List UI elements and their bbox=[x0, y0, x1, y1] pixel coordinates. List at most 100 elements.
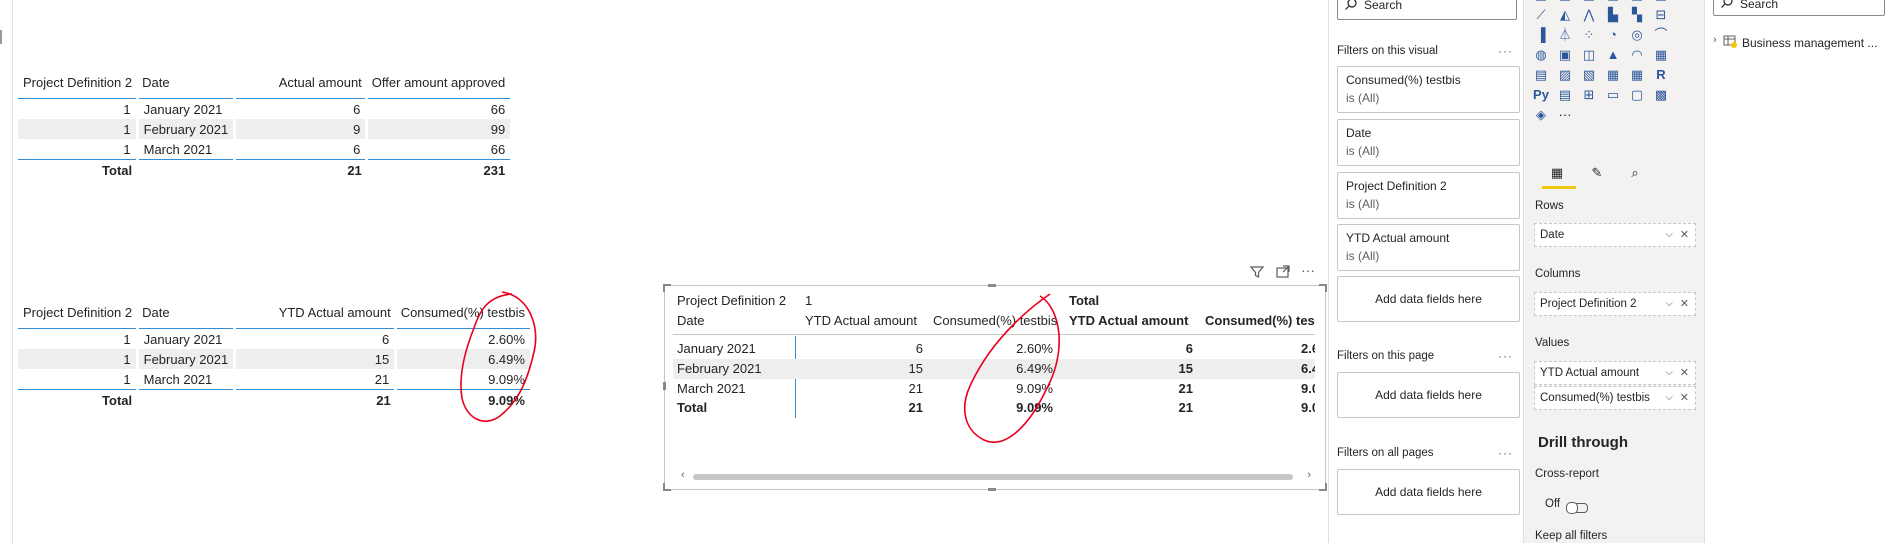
visual-type-icon[interactable]: ⏃ bbox=[1556, 26, 1574, 44]
visual-type-icon[interactable]: ▧ bbox=[1580, 66, 1598, 84]
scroll-right-icon[interactable]: › bbox=[1307, 469, 1311, 481]
visual-type-icon[interactable]: ▦ bbox=[1652, 46, 1670, 64]
visual-type-icon[interactable]: ◠ bbox=[1628, 46, 1646, 64]
filter-card[interactable]: Consumed(%) testbis is (All) bbox=[1337, 66, 1520, 113]
filter-card-state: is (All) bbox=[1346, 91, 1380, 105]
add-data-fields-visual[interactable]: Add data fields here bbox=[1337, 276, 1520, 322]
visual-type-icon[interactable]: ⌒ bbox=[1652, 26, 1670, 44]
chevron-down-icon[interactable]: ⌵ bbox=[1665, 293, 1673, 315]
matrix-subheader[interactable]: Consumed(%) tes bbox=[1205, 313, 1315, 328]
column-header[interactable]: Actual amount bbox=[234, 66, 367, 99]
visual-type-icon[interactable]: ◎ bbox=[1628, 26, 1646, 44]
column-header[interactable]: Project Definition 2 bbox=[18, 296, 138, 329]
column-header[interactable]: Project Definition 2 bbox=[18, 66, 138, 99]
chevron-down-icon[interactable]: ⌵ bbox=[1665, 362, 1673, 384]
visual-type-icon[interactable]: R bbox=[1652, 66, 1670, 84]
filters-search-input[interactable]: Search bbox=[1337, 0, 1517, 20]
visual-type-icon[interactable]: ◈ bbox=[1532, 106, 1550, 124]
left-collapse-bar[interactable] bbox=[0, 0, 13, 543]
add-data-fields-page[interactable]: Add data fields here bbox=[1337, 372, 1520, 418]
visual-type-icon[interactable]: ▩ bbox=[1652, 86, 1670, 104]
visual-type-icon[interactable]: ▚ bbox=[1628, 6, 1646, 24]
visual-type-icon[interactable]: ◔ bbox=[1604, 26, 1622, 44]
format-paintbrush-icon[interactable]: ✎ bbox=[1588, 164, 1606, 182]
analytics-icon[interactable]: ⌕ bbox=[1626, 164, 1644, 182]
visual-type-icon[interactable]: ▲ bbox=[1604, 46, 1622, 64]
matrix-subheader[interactable]: YTD Actual amount bbox=[1069, 313, 1188, 328]
visual-type-icon[interactable]: ⟋ bbox=[1532, 6, 1550, 24]
visual-type-icon[interactable]: ▨ bbox=[1556, 66, 1574, 84]
visual-type-icon[interactable]: ▦ bbox=[1580, 0, 1598, 4]
values-field-well[interactable]: Consumed(%) testbis ⌵ ✕ bbox=[1534, 386, 1696, 410]
column-group-header[interactable]: 1 bbox=[805, 293, 812, 308]
remove-field-icon[interactable]: ✕ bbox=[1680, 362, 1689, 384]
visual-type-icon[interactable]: ▤ bbox=[1556, 86, 1574, 104]
visual-type-icon[interactable]: ▢ bbox=[1628, 86, 1646, 104]
horizontal-scrollbar[interactable]: ‹ › bbox=[681, 469, 1311, 482]
row-header[interactable]: March 2021 bbox=[677, 381, 746, 396]
visual-type-icon[interactable]: ▣ bbox=[1556, 46, 1574, 64]
more-options-icon[interactable]: ··· bbox=[1498, 446, 1513, 460]
more-options-icon[interactable]: ··· bbox=[1498, 44, 1513, 58]
fields-tab-icon[interactable]: ▦ bbox=[1548, 164, 1566, 182]
chevron-down-icon[interactable]: ⌵ bbox=[1665, 224, 1673, 246]
row-header[interactable]: January 2021 bbox=[677, 341, 756, 356]
values-field-well[interactable]: YTD Actual amount ⌵ ✕ bbox=[1534, 361, 1696, 385]
column-group-header-total[interactable]: Total bbox=[1069, 293, 1099, 308]
chevron-right-icon[interactable]: › bbox=[1713, 34, 1717, 46]
visual-type-icon[interactable]: ▤ bbox=[1628, 0, 1646, 4]
table-visual-1[interactable]: Project Definition 2 Date Actual amount … bbox=[18, 66, 511, 180]
corner-handle[interactable] bbox=[1319, 483, 1327, 491]
visual-type-icon[interactable]: ▤ bbox=[1532, 66, 1550, 84]
resize-handle[interactable] bbox=[988, 488, 996, 491]
cell: 21 bbox=[908, 400, 923, 415]
column-header[interactable]: Offer amount approved bbox=[366, 66, 511, 99]
more-options-icon[interactable]: ··· bbox=[1301, 262, 1315, 278]
visual-type-icon[interactable]: ▙ bbox=[1604, 6, 1622, 24]
visual-type-icon[interactable]: ◍ bbox=[1532, 46, 1550, 64]
more-options-icon[interactable]: ··· bbox=[1498, 349, 1513, 363]
field-table-item[interactable]: › Business management ... bbox=[1713, 34, 1888, 52]
chevron-down-icon[interactable]: ⌵ bbox=[1665, 387, 1673, 409]
scroll-left-icon[interactable]: ‹ bbox=[681, 469, 685, 481]
visual-type-icon[interactable]: ▥ bbox=[1556, 0, 1574, 4]
cell: 1 bbox=[18, 119, 139, 139]
filter-card[interactable]: Date is (All) bbox=[1337, 119, 1520, 166]
field-table-name: Business management ... bbox=[1742, 36, 1878, 50]
rows-field-well[interactable]: Date ⌵ ✕ bbox=[1534, 223, 1696, 247]
corner-handle[interactable] bbox=[663, 483, 671, 491]
fields-search-input[interactable]: Search bbox=[1713, 0, 1885, 16]
scroll-thumb[interactable] bbox=[693, 474, 1293, 480]
visual-type-icon[interactable]: ▤ bbox=[1532, 0, 1550, 4]
remove-field-icon[interactable]: ✕ bbox=[1680, 293, 1689, 315]
visual-type-icon[interactable]: ▦ bbox=[1652, 0, 1670, 4]
column-header[interactable]: Date bbox=[137, 296, 235, 329]
cross-report-toggle[interactable] bbox=[1566, 502, 1588, 514]
visual-type-icon[interactable]: ▦ bbox=[1604, 66, 1622, 84]
visual-type-icon[interactable]: ▦ bbox=[1628, 66, 1646, 84]
matrix-subheader[interactable]: YTD Actual amount bbox=[805, 313, 917, 328]
row-header[interactable]: February 2021 bbox=[677, 361, 762, 376]
corner-handle[interactable] bbox=[1319, 284, 1327, 292]
visual-type-icon[interactable]: ▐ bbox=[1532, 26, 1550, 44]
visual-type-icon[interactable]: ◫ bbox=[1580, 46, 1598, 64]
columns-field-well[interactable]: Project Definition 2 ⌵ ✕ bbox=[1534, 292, 1696, 316]
remove-field-icon[interactable]: ✕ bbox=[1680, 224, 1689, 246]
add-data-fields-all-pages[interactable]: Add data fields here bbox=[1337, 469, 1520, 515]
focus-mode-icon[interactable] bbox=[1275, 264, 1291, 283]
column-header[interactable]: YTD Actual amount bbox=[234, 296, 396, 329]
visual-type-icon[interactable]: ⁘ bbox=[1580, 26, 1598, 44]
visual-type-icon[interactable]: ▥ bbox=[1604, 0, 1622, 4]
visual-type-icon[interactable]: ▭ bbox=[1604, 86, 1622, 104]
filter-card[interactable]: YTD Actual amount is (All) bbox=[1337, 224, 1520, 271]
filter-card[interactable]: Project Definition 2 is (All) bbox=[1337, 172, 1520, 219]
visual-type-icon[interactable]: ⋀ bbox=[1580, 6, 1598, 24]
filter-icon[interactable] bbox=[1249, 264, 1265, 283]
more-visuals-icon[interactable]: ··· bbox=[1556, 106, 1574, 124]
column-header[interactable]: Date bbox=[137, 66, 235, 99]
remove-field-icon[interactable]: ✕ bbox=[1680, 387, 1689, 409]
visual-type-icon[interactable]: Py bbox=[1532, 86, 1550, 104]
visual-type-icon[interactable]: ◭ bbox=[1556, 6, 1574, 24]
visual-type-icon[interactable]: ⊟ bbox=[1652, 6, 1670, 24]
visual-type-icon[interactable]: ⊞ bbox=[1580, 86, 1598, 104]
